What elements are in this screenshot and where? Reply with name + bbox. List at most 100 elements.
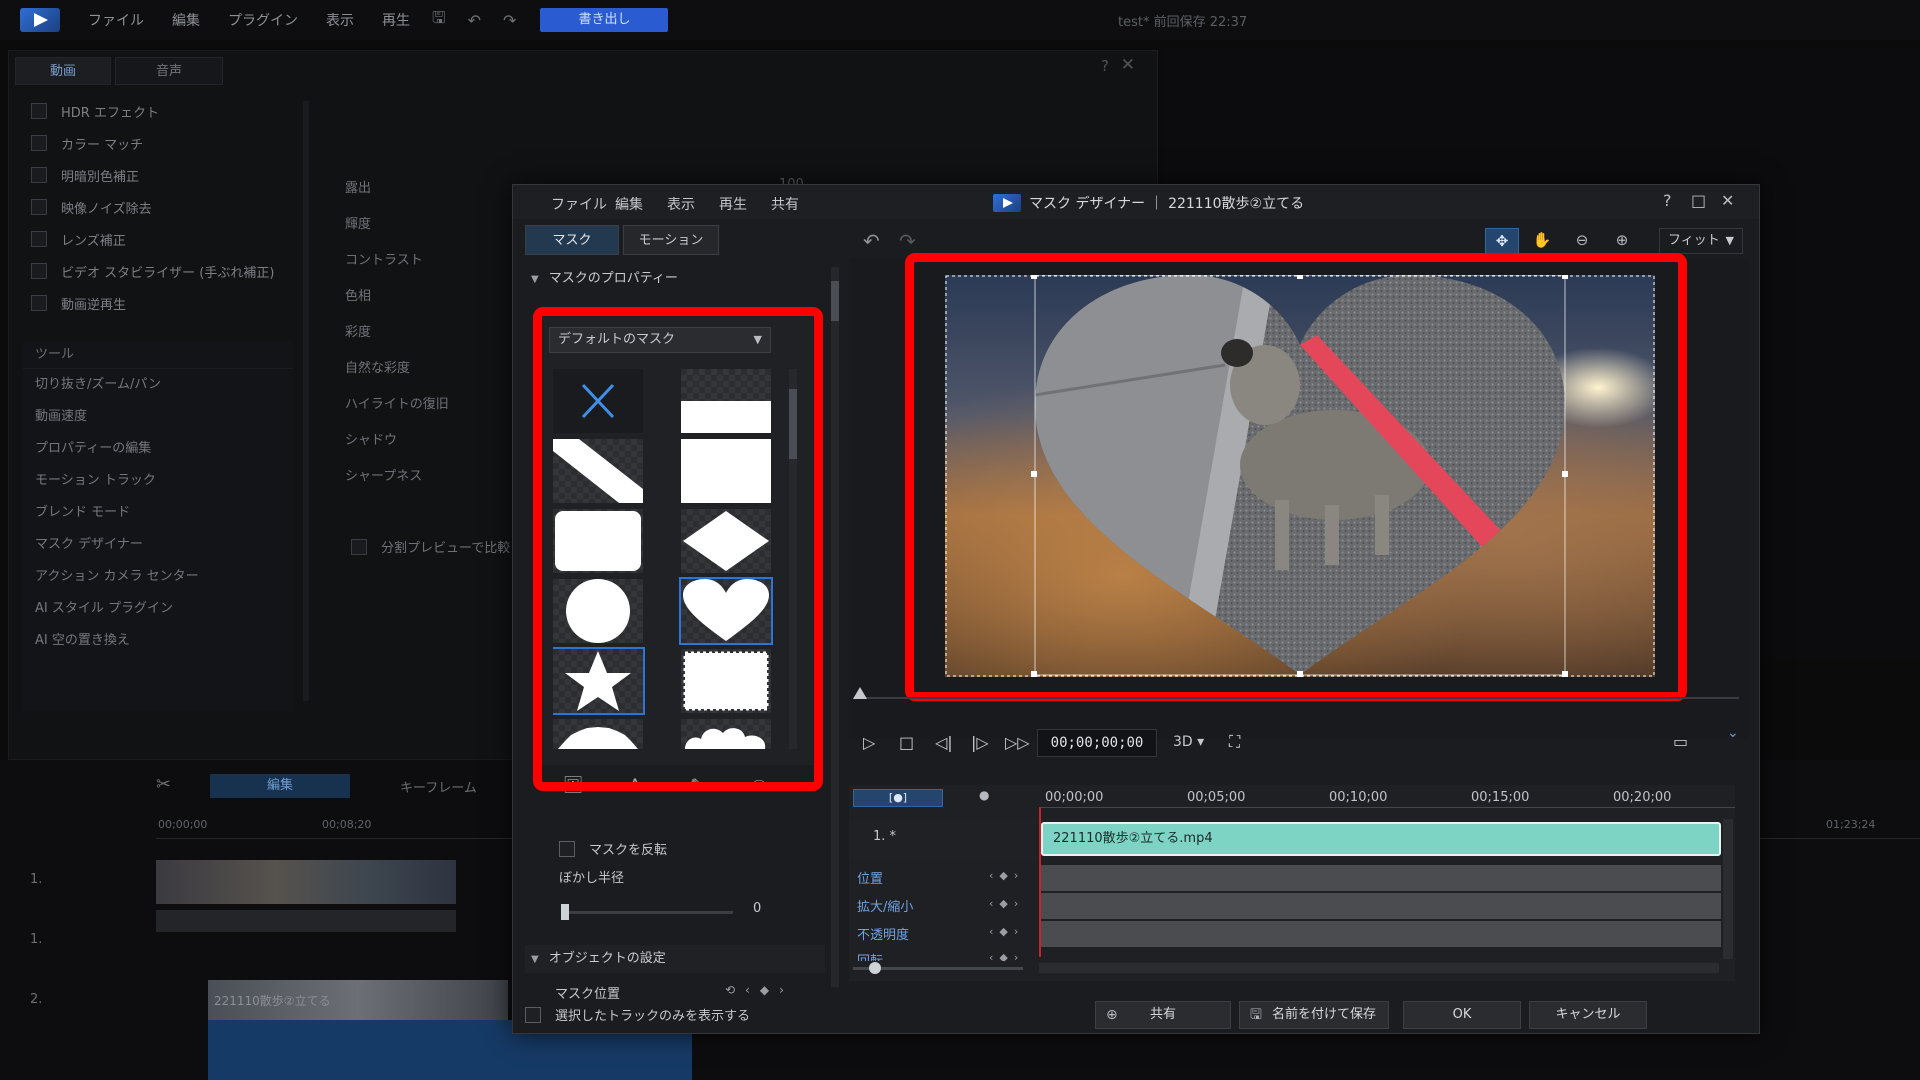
invert-mask-option[interactable]: マスクを反転	[559, 839, 667, 858]
save-icon[interactable]: 🖫	[432, 7, 446, 34]
timecode-display[interactable]: 00;00;00;00	[1037, 729, 1157, 757]
text-mask-icon[interactable]: A	[611, 775, 659, 801]
tab-edit[interactable]: 編集	[210, 774, 350, 798]
maximize-icon[interactable]: □	[1691, 191, 1706, 210]
effect-checkbox[interactable]	[31, 103, 47, 119]
mask-rounded-rect-thumb[interactable]	[553, 509, 643, 573]
next-frame-icon[interactable]: |▷	[971, 733, 989, 752]
cancel-button[interactable]: キャンセル	[1529, 1001, 1647, 1029]
previous-frame-icon[interactable]: ◁|	[935, 733, 953, 752]
timeline-playhead[interactable]	[1039, 807, 1041, 957]
effect-row[interactable]: HDR エフェクト	[23, 95, 293, 127]
tool-item[interactable]: アクション カメラ センター	[23, 561, 293, 593]
timeline-ruler[interactable]	[1039, 807, 1735, 815]
tab-motion[interactable]: モーション	[623, 225, 719, 255]
fast-forward-icon[interactable]: ▷▷	[1005, 733, 1030, 752]
redo-icon[interactable]: ↷	[503, 11, 516, 30]
effect-row[interactable]: 明暗別色補正	[23, 159, 293, 191]
tool-item[interactable]: マスク デザイナー	[23, 529, 293, 561]
properties-scrollbar[interactable]	[831, 267, 839, 987]
image-mask-icon[interactable]: 🖼	[549, 775, 597, 801]
menu-view[interactable]: 表示	[326, 10, 354, 30]
mask-diagonal-thumb[interactable]	[553, 439, 643, 503]
effect-checkbox[interactable]	[31, 263, 47, 279]
hand-tool-icon[interactable]: ✋	[1525, 228, 1559, 254]
menu-edit[interactable]: 編集	[172, 10, 200, 30]
mask-cloud-thumb[interactable]	[681, 719, 771, 749]
scrollbar-thumb[interactable]	[831, 281, 839, 321]
mask-preset-dropdown[interactable]: デフォルトのマスク ▼	[549, 327, 771, 353]
monitor-icon[interactable]: ▭	[1673, 732, 1688, 751]
mask-diamond-thumb[interactable]	[681, 509, 771, 573]
effect-checkbox[interactable]	[31, 135, 47, 151]
fit-timeline-icon[interactable]: [●]	[853, 789, 943, 807]
tab-video[interactable]: 動画	[15, 57, 111, 85]
tool-item[interactable]: 切り抜き/ズーム/パン	[23, 369, 293, 401]
undo-icon[interactable]: ↶	[863, 229, 880, 253]
zoom-in-icon[interactable]: ⊕	[1605, 228, 1639, 254]
mask-sunburst-thumb[interactable]	[553, 719, 643, 749]
preview-scrub-bar[interactable]	[859, 697, 1739, 699]
video-clip[interactable]	[156, 860, 456, 904]
close-icon[interactable]: ✕	[1721, 191, 1734, 210]
object-settings-header[interactable]: ▼ オブジェクトの設定	[525, 945, 825, 973]
effect-checkbox[interactable]	[31, 167, 47, 183]
menu-playback[interactable]: 再生	[382, 10, 410, 30]
mask-scallop-rect-thumb[interactable]	[681, 649, 771, 713]
effect-row[interactable]: レンズ補正	[23, 223, 293, 255]
save-as-button[interactable]: 🖫 名前を付けて保存	[1239, 1001, 1389, 1029]
audio-clip[interactable]	[156, 910, 456, 932]
attribute-label[interactable]: 位置	[857, 868, 883, 887]
effect-row[interactable]: ビデオ スタビライザー (手ぶれ補正)	[23, 255, 293, 287]
timeline-vertical-scrollbar[interactable]	[1723, 819, 1733, 959]
record-icon[interactable]: ●	[979, 788, 989, 802]
blur-radius-slider[interactable]	[561, 911, 733, 914]
slider-handle[interactable]	[869, 962, 881, 974]
redo-icon[interactable]: ↷	[899, 229, 916, 253]
keyframe-controls[interactable]: ‹◆›	[989, 951, 1024, 961]
mask-heart-thumb[interactable]	[679, 577, 773, 645]
tool-item[interactable]: AI 空の置き換え	[23, 625, 293, 657]
3d-mode-dropdown[interactable]: 3D ▾	[1173, 734, 1204, 750]
effect-row[interactable]: 動画逆再生	[23, 287, 293, 319]
effect-checkbox[interactable]	[31, 231, 47, 247]
md-menu-playback[interactable]: 再生	[719, 194, 747, 214]
keyframe-controls[interactable]: ‹◆›	[989, 925, 1024, 938]
split-preview-checkbox[interactable]	[351, 538, 367, 555]
attribute-label[interactable]: 回転	[857, 950, 883, 961]
ok-button[interactable]: OK	[1403, 1001, 1521, 1029]
scissors-icon[interactable]: ✂	[156, 774, 171, 795]
keyframe-lane[interactable]	[1041, 921, 1721, 947]
lasso-icon[interactable]: ⌔	[735, 775, 783, 801]
md-menu-view[interactable]: 表示	[667, 194, 695, 214]
split-preview-option[interactable]: 分割プレビューで比較	[351, 537, 510, 556]
tool-item[interactable]: ブレンド モード	[23, 497, 293, 529]
play-icon[interactable]: ▷	[863, 733, 875, 752]
help-icon[interactable]: ?	[1663, 191, 1672, 210]
mask-star-thumb[interactable]	[553, 647, 645, 715]
show-selected-track-checkbox[interactable]	[525, 1006, 541, 1023]
scrub-handle[interactable]	[853, 687, 867, 699]
effect-checkbox[interactable]	[31, 199, 47, 215]
stop-icon[interactable]: □	[899, 733, 914, 752]
effect-row[interactable]: 映像ノイズ除去	[23, 191, 293, 223]
tab-audio[interactable]: 音声	[115, 57, 223, 85]
tool-item[interactable]: 動画速度	[23, 401, 293, 433]
mask-rectangle-thumb[interactable]	[681, 439, 771, 503]
effect-checkbox[interactable]	[31, 295, 47, 311]
zoom-out-icon[interactable]: ⊖	[1565, 228, 1599, 254]
keyframe-controls[interactable]: ‹◆›	[989, 897, 1024, 910]
menu-file[interactable]: ファイル	[88, 10, 144, 30]
tool-item[interactable]: モーション トラック	[23, 465, 293, 497]
fullscreen-icon[interactable]: ⛶	[1229, 732, 1240, 752]
chevron-down-icon[interactable]: ⌄	[1727, 725, 1739, 741]
show-selected-track-option[interactable]: 選択したトラックのみを表示する	[525, 1005, 750, 1024]
share-button[interactable]: ⊕ 共有	[1095, 1001, 1231, 1029]
menu-plugin[interactable]: プラグイン	[228, 10, 298, 30]
mask-none-thumb[interactable]	[553, 369, 643, 433]
timeline-horizontal-scrollbar[interactable]	[1039, 963, 1719, 973]
md-menu-edit[interactable]: 編集	[615, 194, 643, 214]
invert-mask-checkbox[interactable]	[559, 840, 575, 857]
export-button[interactable]: 書き出し	[540, 8, 669, 32]
tab-keyframe[interactable]: キーフレーム	[400, 777, 477, 796]
